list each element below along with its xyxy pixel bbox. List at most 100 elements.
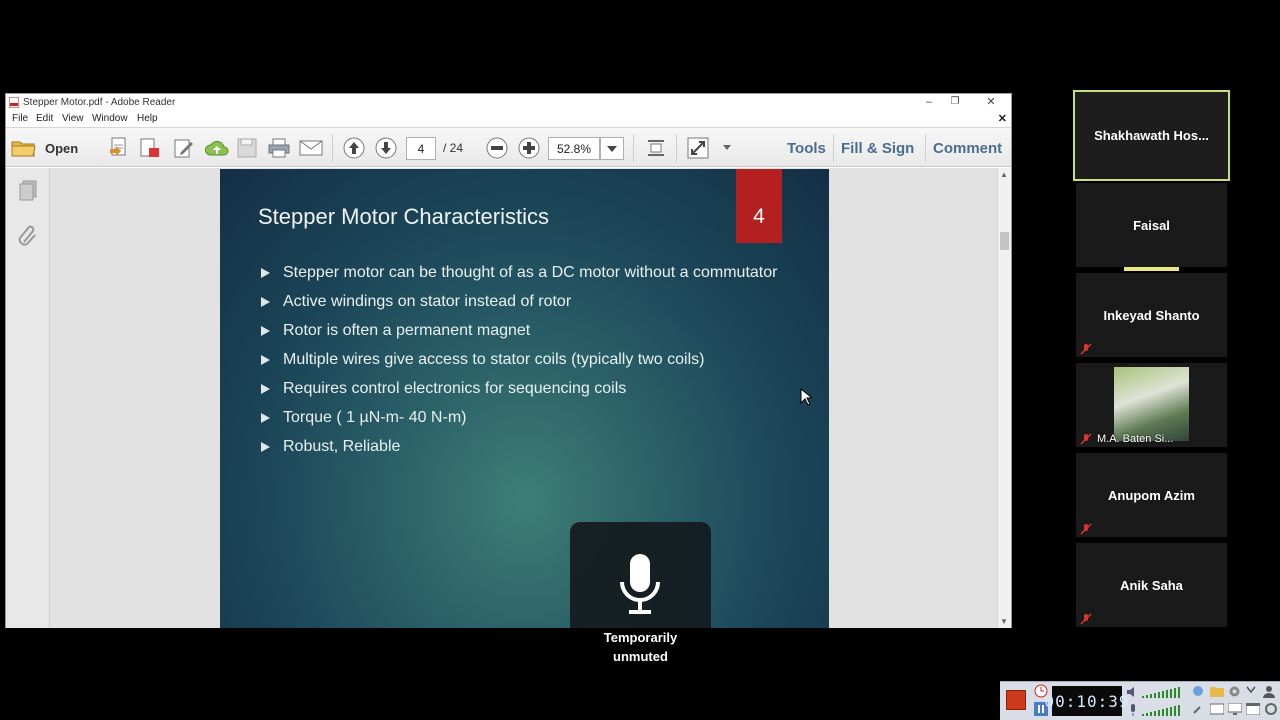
- edit-pdf-icon[interactable]: [172, 136, 196, 160]
- participant-tile[interactable]: Anik Saha: [1076, 543, 1227, 627]
- panel-icon[interactable]: [1210, 703, 1224, 715]
- participant-tile[interactable]: Faisal: [1076, 183, 1227, 267]
- zoom-dropdown-button[interactable]: [600, 137, 624, 160]
- muted-mic-icon: [1080, 523, 1092, 535]
- muted-mic-icon: [1080, 343, 1092, 355]
- wrench-icon[interactable]: [1192, 703, 1204, 715]
- settings-gear-icon[interactable]: [1228, 685, 1241, 698]
- bullet-arrow-icon: [261, 413, 270, 423]
- bullet-arrow-icon: [261, 326, 270, 336]
- comment-pane-link[interactable]: Comment: [933, 140, 1002, 157]
- participant-tile[interactable]: Inkeyad Shanto: [1076, 273, 1227, 357]
- window-icon[interactable]: [1246, 703, 1260, 715]
- folder-icon: [11, 141, 36, 157]
- recording-timer: 00:10:39: [1044, 686, 1129, 716]
- bullet-item: Stepper motor can be thought of as a DC …: [258, 263, 798, 284]
- minimize-button[interactable]: –: [917, 95, 941, 109]
- pdf-file-icon: [9, 97, 19, 108]
- record-stop-button[interactable]: [1006, 690, 1026, 710]
- arrow-down-icon: [375, 137, 397, 159]
- menu-file[interactable]: File: [12, 113, 28, 124]
- bullet-item: Robust, Reliable: [258, 437, 798, 458]
- page-number-input[interactable]: 4: [406, 137, 436, 160]
- network-icon[interactable]: [1192, 685, 1204, 697]
- tools-pane-link[interactable]: Tools: [787, 140, 826, 157]
- print-icon[interactable]: [267, 136, 291, 160]
- close-document-icon[interactable]: ✕: [998, 112, 1007, 125]
- page-thumbnails-icon[interactable]: [18, 180, 38, 202]
- mic-status-overlay: [570, 522, 711, 628]
- scrollbar-thumb[interactable]: [1000, 232, 1009, 250]
- bullet-arrow-icon: [261, 297, 270, 307]
- email-icon[interactable]: [298, 136, 324, 160]
- participant-name: Shakhawath Hos...: [1094, 128, 1209, 143]
- full-screen-icon[interactable]: [686, 136, 710, 160]
- capture-icon[interactable]: [1264, 703, 1278, 715]
- scroll-down-icon[interactable]: ▼: [1000, 617, 1008, 626]
- bullet-arrow-icon: [261, 442, 270, 452]
- menu-view[interactable]: View: [62, 113, 84, 124]
- bullet-item: Torque ( 1 µN-m- 40 N-m): [258, 408, 798, 429]
- minus-circle-icon: [486, 137, 508, 159]
- menu-edit[interactable]: Edit: [36, 113, 53, 124]
- attachments-paperclip-icon[interactable]: [18, 222, 38, 246]
- bullet-item: Active windings on stator instead of rot…: [258, 292, 798, 313]
- menu-window[interactable]: Window: [92, 113, 128, 124]
- microphone-small-icon[interactable]: [1126, 703, 1140, 717]
- previous-page-button[interactable]: [342, 136, 366, 160]
- muted-mic-icon: [1080, 613, 1092, 625]
- scroll-up-icon[interactable]: ▲: [1000, 170, 1008, 179]
- folder-small-icon[interactable]: [1210, 685, 1224, 697]
- microphone-icon: [620, 554, 660, 614]
- arrow-up-icon: [343, 137, 365, 159]
- export-pdf-icon[interactable]: [138, 136, 162, 160]
- monitor-icon[interactable]: [1228, 703, 1242, 715]
- zoom-level-input[interactable]: 52.8%: [548, 137, 600, 160]
- slide-page: Stepper Motor Characteristics 4 Stepper …: [220, 169, 829, 628]
- slide-title: Stepper Motor Characteristics: [258, 204, 549, 229]
- bullet-item: Requires control electronics for sequenc…: [258, 379, 798, 400]
- document-view[interactable]: Stepper Motor Characteristics 4 Stepper …: [50, 168, 998, 628]
- chevron-down-icon[interactable]: [1246, 686, 1256, 694]
- create-pdf-icon[interactable]: [107, 136, 131, 160]
- upload-cloud-icon[interactable]: [204, 136, 230, 160]
- participant-tile[interactable]: Anupom Azim: [1076, 453, 1227, 537]
- participant-name: M.A. Baten Si...: [1097, 433, 1174, 445]
- menu-help[interactable]: Help: [137, 113, 158, 124]
- total-pages: / 24: [443, 141, 464, 155]
- title-bar: Stepper Motor.pdf - Adobe Reader – ❐ ✕: [6, 94, 1011, 111]
- save-icon[interactable]: [235, 136, 259, 160]
- toolbar-more-icon[interactable]: [720, 136, 734, 160]
- participant-name: Anupom Azim: [1108, 487, 1195, 503]
- slide-number-badge: 4: [736, 169, 782, 243]
- next-page-button[interactable]: [374, 136, 398, 160]
- participant-video: [1114, 367, 1189, 441]
- speaking-indicator: [1124, 267, 1179, 271]
- participant-name: Faisal: [1133, 217, 1170, 233]
- bullet-item: Multiple wires give access to stator coi…: [258, 350, 798, 371]
- restore-button[interactable]: ❐: [943, 95, 967, 109]
- mic-level-meter: [1142, 705, 1180, 716]
- navigation-panel: [6, 168, 50, 628]
- adobe-reader-window: Stepper Motor.pdf - Adobe Reader – ❐ ✕ F…: [5, 93, 1012, 628]
- zoom-out-button[interactable]: [485, 136, 509, 160]
- window-title: Stepper Motor.pdf - Adobe Reader: [23, 97, 176, 108]
- participant-tile-active-speaker[interactable]: Shakhawath Hos...: [1073, 90, 1230, 181]
- volume-level-meter: [1142, 687, 1180, 698]
- chevron-down-icon: [607, 145, 617, 152]
- mouse-cursor-icon: [800, 388, 812, 406]
- person-icon[interactable]: [1263, 685, 1275, 698]
- zoom-in-button[interactable]: [517, 136, 541, 160]
- participant-tile-video[interactable]: M.A. Baten Si...: [1076, 363, 1227, 447]
- fill-sign-pane-link[interactable]: Fill & Sign: [841, 140, 914, 157]
- vertical-scrollbar[interactable]: ▲ ▼: [997, 168, 1011, 628]
- mic-status-label: Temporarily unmuted: [603, 630, 678, 664]
- fit-page-icon[interactable]: [644, 136, 668, 160]
- speaker-volume-icon[interactable]: [1126, 685, 1140, 699]
- screen: Stepper Motor.pdf - Adobe Reader – ❐ ✕ F…: [0, 0, 1280, 720]
- bullet-list: Stepper motor can be thought of as a DC …: [258, 263, 798, 466]
- open-button[interactable]: Open: [11, 136, 91, 160]
- close-window-button[interactable]: ✕: [979, 95, 1003, 109]
- bullet-arrow-icon: [261, 268, 270, 278]
- muted-mic-icon: [1080, 433, 1092, 445]
